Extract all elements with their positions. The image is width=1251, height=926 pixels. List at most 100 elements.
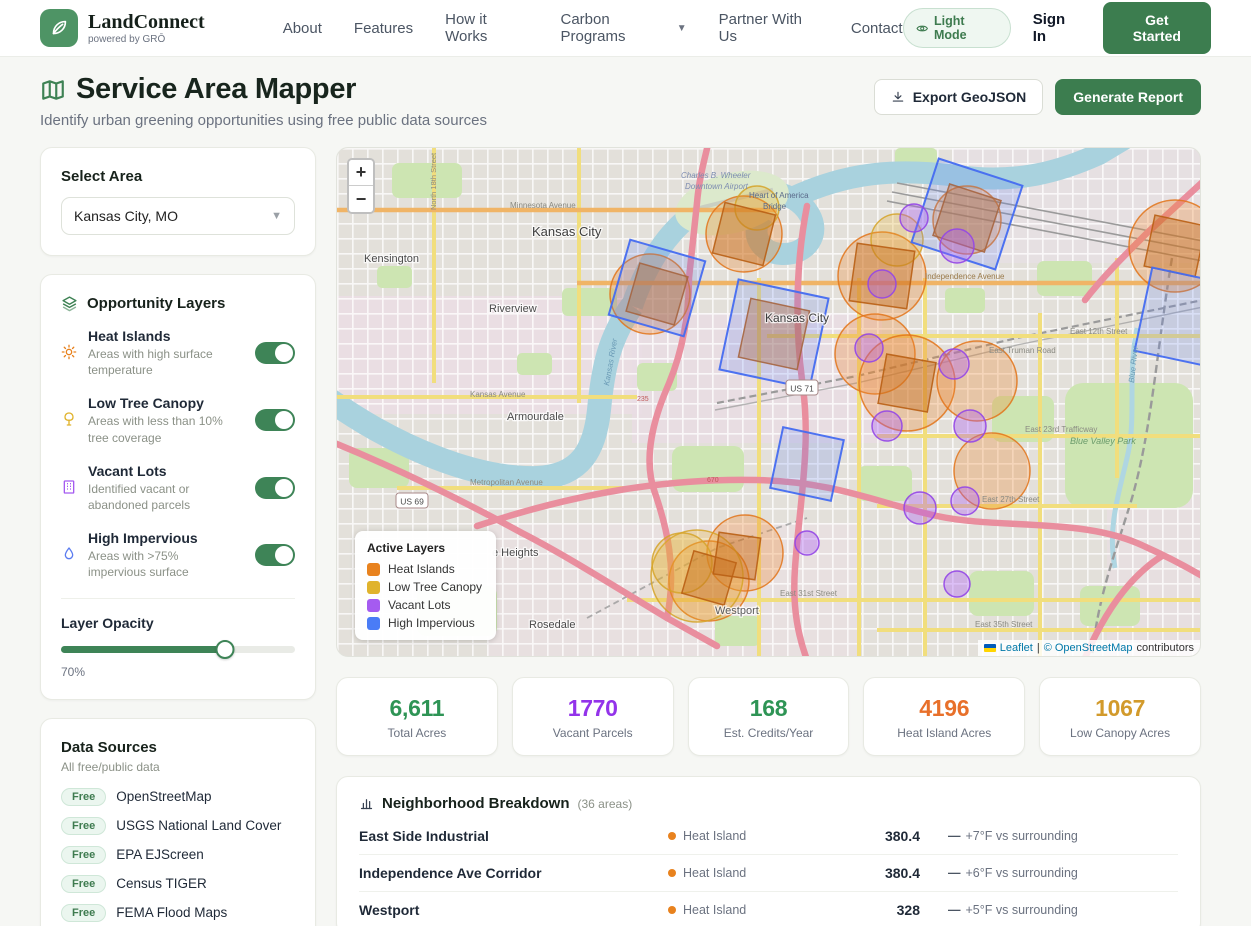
- nav-item-features[interactable]: Features: [354, 20, 413, 37]
- legend-item: Low Tree Canopy: [367, 580, 482, 594]
- table-row[interactable]: East Side Industrial Heat Island 380.4 —…: [359, 818, 1178, 855]
- neighborhood-name: East Side Industrial: [359, 828, 668, 844]
- neighborhood-type: Heat Island: [668, 829, 843, 843]
- building-icon: [61, 463, 79, 513]
- free-badge: Free: [61, 875, 106, 893]
- layer-description: Areas with less than 10% tree coverage: [88, 413, 238, 445]
- nav-item-how-it-works[interactable]: How it Works: [445, 11, 528, 45]
- data-sources-title: Data Sources: [61, 739, 295, 756]
- data-source-row: Free USGS National Land Cover: [61, 817, 295, 835]
- select-area-title: Select Area: [61, 168, 295, 185]
- droplet-icon: [61, 530, 79, 580]
- neighborhood-acres: 380.4: [843, 865, 948, 881]
- layers-title: Opportunity Layers: [87, 295, 225, 312]
- layer-name: High Impervious: [88, 530, 246, 546]
- map-label: Minnesota Avenue: [510, 201, 576, 210]
- map-label: Kansas City: [532, 224, 602, 239]
- export-geojson-button[interactable]: Export GeoJSON: [874, 79, 1044, 115]
- data-sources-subtitle: All free/public data: [61, 760, 295, 774]
- bar-chart-icon: [359, 796, 374, 811]
- stat-value: 1770: [519, 695, 667, 722]
- map-label: Charles B. Wheeler: [681, 171, 751, 180]
- leaflet-link[interactable]: Leaflet: [1000, 642, 1033, 654]
- leaf-icon: [40, 9, 78, 47]
- free-badge: Free: [61, 846, 106, 864]
- overlay-circle: [939, 349, 969, 379]
- free-badge: Free: [61, 904, 106, 922]
- layer-toggle-1[interactable]: [255, 409, 295, 431]
- brand-logo[interactable]: LandConnect powered by GRŌ: [40, 9, 205, 47]
- osm-link[interactable]: © OpenStreetMap: [1044, 642, 1133, 654]
- map-label: Armourdale: [507, 411, 564, 423]
- overlay-square: [713, 532, 760, 579]
- stat-label: Heat Island Acres: [870, 726, 1018, 740]
- overlay-square: [719, 279, 828, 388]
- legend-item: High Impervious: [367, 616, 482, 630]
- eye-icon: [916, 22, 928, 35]
- map-label: Heart of America: [749, 191, 809, 200]
- map-canvas[interactable]: Kansas CityKansas CityKensingtonRivervie…: [336, 147, 1201, 657]
- free-badge: Free: [61, 817, 106, 835]
- sun-icon: [61, 328, 79, 378]
- area-select[interactable]: Kansas City, MO ▼: [61, 197, 295, 235]
- table-row[interactable]: Westport Heat Island 328 —+5°F vs surrou…: [359, 892, 1178, 926]
- data-source-row: Free FEMA Flood Maps: [61, 904, 295, 922]
- layer-toggle-3[interactable]: [255, 544, 295, 566]
- table-row[interactable]: Independence Ave Corridor Heat Island 38…: [359, 855, 1178, 892]
- data-source-name: USGS National Land Cover: [116, 818, 281, 833]
- legend-item: Vacant Lots: [367, 598, 482, 612]
- overlay-square: [712, 202, 775, 265]
- map-label: Riverview: [489, 303, 537, 315]
- map-icon: [40, 77, 66, 103]
- nav-item-carbon-programs[interactable]: Carbon Programs▼: [560, 11, 686, 45]
- legend-swatch: [367, 563, 380, 576]
- overlay-circle: [795, 531, 819, 555]
- neighborhood-name: Westport: [359, 902, 668, 918]
- legend-swatch: [367, 581, 380, 594]
- zoom-out-button[interactable]: −: [349, 186, 373, 212]
- free-badge: Free: [61, 788, 106, 806]
- stat-card-heat-island-acres: 4196 Heat Island Acres: [863, 677, 1025, 756]
- layer-toggle-0[interactable]: [255, 342, 295, 364]
- legend-label: Vacant Lots: [388, 598, 450, 612]
- zoom-in-button[interactable]: +: [349, 160, 373, 186]
- layer-name: Vacant Lots: [88, 463, 246, 479]
- layer-toggle-2[interactable]: [255, 477, 295, 499]
- stat-card-low-canopy-acres: 1067 Low Canopy Acres: [1039, 677, 1201, 756]
- light-mode-toggle[interactable]: Light Mode: [903, 8, 1011, 48]
- map-label: Metropolitan Avenue: [470, 478, 543, 487]
- map-label: East 31st Street: [780, 589, 838, 598]
- data-source-name: Census TIGER: [116, 876, 207, 891]
- heat-island-dot-icon: [668, 869, 676, 877]
- stat-value: 6,611: [343, 695, 491, 722]
- opacity-slider-knob[interactable]: [215, 640, 234, 659]
- sign-in-link[interactable]: Sign In: [1033, 11, 1081, 45]
- layer-description: Identified vacant or abandoned parcels: [88, 481, 238, 513]
- opportunity-layers-card: Opportunity Layers Heat Islands Areas wi…: [40, 274, 316, 700]
- chevron-down-icon: ▼: [271, 210, 282, 222]
- breakdown-count: (36 areas): [578, 797, 633, 811]
- light-mode-label: Light Mode: [934, 14, 998, 42]
- data-source-row: Free EPA EJScreen: [61, 846, 295, 864]
- generate-report-button[interactable]: Generate Report: [1055, 79, 1201, 115]
- data-source-name: EPA EJScreen: [116, 847, 204, 862]
- svg-text:US 69: US 69: [400, 497, 424, 507]
- neighborhood-type: Heat Island: [668, 866, 843, 880]
- stat-value: 4196: [870, 695, 1018, 722]
- data-source-row: Free Census TIGER: [61, 875, 295, 893]
- layer-item-vacant-lots: Vacant Lots Identified vacant or abandon…: [61, 463, 295, 513]
- neighborhood-acres: 380.4: [843, 828, 948, 844]
- nav-item-partner-with-us[interactable]: Partner With Us: [719, 11, 819, 45]
- overlay-circle: [954, 410, 986, 442]
- stat-label: Total Acres: [343, 726, 491, 740]
- map-label: East 27th Street: [982, 495, 1040, 504]
- nav-item-about[interactable]: About: [283, 20, 322, 37]
- neighborhood-delta: —+6°F vs surrounding: [948, 866, 1178, 880]
- legend-title: Active Layers: [367, 541, 482, 555]
- stat-value: 1067: [1046, 695, 1194, 722]
- opacity-slider[interactable]: [61, 640, 295, 658]
- get-started-button[interactable]: Get Started: [1103, 2, 1211, 54]
- map-label: East 23rd Trafficway: [1025, 425, 1097, 434]
- export-geojson-label: Export GeoJSON: [913, 89, 1027, 105]
- nav-item-contact[interactable]: Contact: [851, 20, 903, 37]
